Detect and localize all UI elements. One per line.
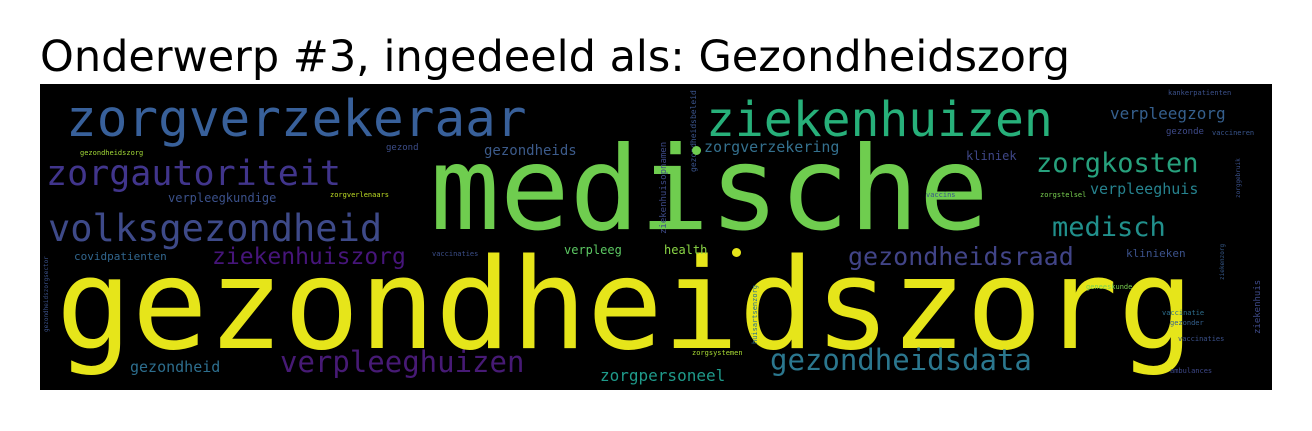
word-verpleegkundige: verpleegkundige bbox=[168, 191, 277, 205]
word-gezondheid: gezondheid bbox=[130, 358, 221, 376]
word-medisch: medisch bbox=[1052, 212, 1166, 243]
page-title: Onderwerp #3, ingedeeld als: Gezondheids… bbox=[40, 32, 1071, 82]
word-zorgsystemen: zorgsystemen bbox=[692, 349, 743, 357]
word-gezondheids: gezondheids bbox=[484, 143, 577, 159]
word-geneeskunde: geneeskunde bbox=[1086, 283, 1133, 291]
word-klinieken: klinieken bbox=[1126, 247, 1186, 260]
word-covidpatienten: covidpatienten bbox=[74, 250, 167, 263]
word-dot bbox=[692, 146, 701, 155]
word-vaccinatie: vaccinatie bbox=[1162, 309, 1205, 317]
word-zorgstelsel: zorgstelsel bbox=[1040, 191, 1087, 199]
word-zorgverzekeraar: zorgverzekeraar bbox=[66, 90, 527, 149]
word-ziekenhuis: ziekenhuis bbox=[1253, 279, 1263, 334]
word-gezonde: gezonde bbox=[1166, 127, 1204, 137]
word-gezondheidsraad: gezondheidsraad bbox=[848, 242, 1074, 271]
word-ziekenhuizen: ziekenhuizen bbox=[706, 92, 1053, 148]
word-gezond: gezond bbox=[386, 143, 419, 153]
word-verpleegzorg: verpleegzorg bbox=[1110, 104, 1226, 123]
word-vaccinaties-b: vaccinaties bbox=[1178, 335, 1225, 343]
word-ziekenzorg: ziekenzorg bbox=[1219, 243, 1226, 280]
word-kankerpatienten: kankerpatienten bbox=[1168, 89, 1232, 97]
word-dot bbox=[732, 248, 741, 257]
word-gezondheidszorgsector: gezondheidszorgsector bbox=[43, 256, 50, 332]
word-verpleeghuizen: verpleeghuizen bbox=[280, 345, 525, 379]
word-huisartsenzorg: huisartsenzorg bbox=[751, 284, 759, 344]
word-kliniek: kliniek bbox=[966, 149, 1017, 163]
word-gezondheidsbeleid: gezondheidsbeleid bbox=[689, 90, 698, 172]
word-gezondheidsdata: gezondheidsdata bbox=[770, 343, 1032, 377]
word-ziekenhuisopnamen: ziekenhuisopnamen bbox=[659, 141, 669, 234]
word-zorggebruik: zorggebruik bbox=[1235, 158, 1242, 198]
word-zorgpersoneel: zorgpersoneel bbox=[600, 366, 726, 385]
word-zorgverlenaars: zorgverlenaars bbox=[330, 191, 390, 199]
word-vaccineren: vaccineren bbox=[1212, 129, 1255, 137]
word-volksgezondheid: volksgezondheid bbox=[48, 207, 383, 250]
word-ziekenhuiszorg: ziekenhuiszorg bbox=[212, 244, 406, 270]
word-gezondheidszorg-small: gezondheidszorg bbox=[80, 149, 144, 157]
word-vaccinaties: vaccinaties bbox=[432, 250, 479, 258]
word-ambulances: ambulances bbox=[1170, 367, 1213, 375]
word-gezonder: gezonder bbox=[1170, 319, 1204, 327]
word-health: health bbox=[664, 243, 708, 257]
word-zorgkosten: zorgkosten bbox=[1036, 148, 1199, 179]
word-vaccins: vaccins bbox=[926, 191, 956, 199]
word-verpleeghuis: verpleeghuis bbox=[1090, 180, 1199, 198]
word-cloud: gezondheidszorg medische zorgverzekeraar… bbox=[40, 84, 1272, 390]
word-zorgautoriteit: zorgautoriteit bbox=[46, 154, 342, 194]
word-zorgverzekering: zorgverzekering bbox=[704, 138, 840, 156]
word-verpleeg: verpleeg bbox=[564, 243, 622, 257]
